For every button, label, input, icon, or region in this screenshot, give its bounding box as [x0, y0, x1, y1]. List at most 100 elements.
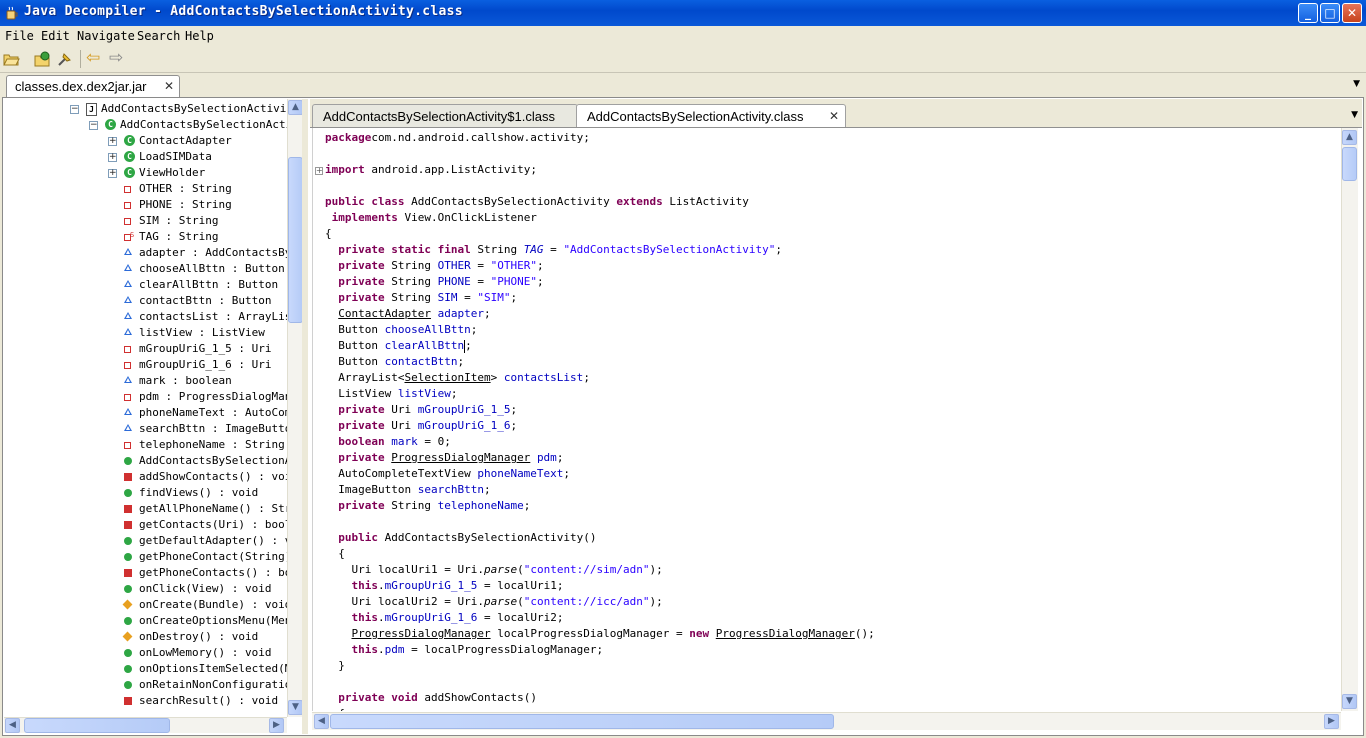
scroll-thumb[interactable] — [24, 718, 170, 733]
code-token: ); — [649, 563, 663, 576]
private-field-icon — [124, 362, 131, 369]
tree-horizontal-scrollbar[interactable]: ◀ ▶ — [4, 717, 287, 733]
maximize-button[interactable]: □ — [1320, 3, 1340, 23]
scroll-thumb[interactable] — [1342, 147, 1357, 181]
menu-file[interactable]: File — [5, 29, 34, 43]
code-token: localProgressDialogManager = — [490, 627, 690, 640]
editor-tabs: AddContactsBySelectionActivity$1.class A… — [310, 99, 1362, 128]
minimize-button[interactable]: _ — [1298, 3, 1318, 23]
source-editor[interactable]: + packagecom.nd.android.callshow.activit… — [312, 128, 1342, 711]
tree-item-label: mGroupUriG_1_6 : Uri — [139, 358, 272, 371]
code-token: ; — [523, 499, 531, 512]
close-icon[interactable]: ✕ — [829, 109, 839, 123]
public-method-icon — [124, 537, 132, 545]
menu-bar: File Edit Navigate Search Help — [0, 26, 1366, 46]
editor-tab-list-icon[interactable]: ▼ — [1351, 110, 1358, 120]
code-token: private — [338, 275, 385, 288]
expand-imports-icon[interactable]: + — [315, 167, 323, 175]
tree-item-label: searchBttn : ImageButton — [139, 422, 288, 435]
private-field-icon — [124, 442, 131, 449]
tree-item-label: AddContactsBySelectionActiv — [120, 118, 288, 131]
open-file-icon[interactable] — [2, 50, 20, 68]
tab-list-dropdown-icon[interactable]: ▼ — [1353, 79, 1360, 89]
code-token: private — [338, 403, 385, 416]
scroll-left-icon[interactable]: ◀ — [5, 718, 20, 733]
code-line: this.pdm = localProgressDialogManager; — [325, 642, 604, 658]
code-token: String — [384, 259, 438, 272]
code-token: ArrayList< — [325, 371, 405, 384]
close-button[interactable]: ✕ — [1342, 3, 1362, 23]
collapse-icon[interactable]: − — [70, 105, 79, 114]
scroll-down-icon[interactable]: ▼ — [1342, 694, 1357, 709]
code-token: ProgressDialogManager — [715, 627, 855, 640]
tab-label: AddContactsBySelectionActivity$1.class — [323, 109, 555, 124]
collapse-icon[interactable]: − — [89, 121, 98, 130]
code-line: Button chooseAllBttn; — [325, 322, 477, 338]
code-token: ; — [483, 307, 491, 320]
scroll-up-icon[interactable]: ▲ — [288, 100, 302, 115]
code-token: = — [457, 291, 478, 304]
expand-icon[interactable]: + — [108, 137, 117, 146]
tree-vertical-scrollbar[interactable]: ▲ ▼ — [287, 99, 302, 717]
back-icon[interactable]: ⇦ — [86, 48, 104, 68]
code-token: Uri — [384, 419, 418, 432]
code-token: ; — [556, 451, 564, 464]
menu-search[interactable]: Search — [137, 29, 180, 43]
code-token: Uri — [384, 403, 418, 416]
public-method-icon — [124, 681, 132, 689]
scroll-down-icon[interactable]: ▼ — [288, 700, 302, 715]
default-field-icon — [124, 424, 132, 431]
menu-navigate[interactable]: Navigate — [77, 29, 135, 43]
code-line: ContactAdapter adapter; — [325, 306, 491, 322]
pane-splitter[interactable] — [302, 99, 308, 734]
close-icon[interactable]: ✕ — [164, 79, 174, 93]
code-token: boolean — [338, 435, 385, 448]
scroll-up-icon[interactable]: ▲ — [1342, 130, 1357, 145]
code-token: telephoneName — [437, 499, 524, 512]
code-token: phoneNameText — [477, 467, 564, 480]
code-token: new — [689, 627, 710, 640]
tree-item-label: telephoneName : String — [139, 438, 285, 451]
pin-icon[interactable] — [56, 50, 74, 68]
scroll-right-icon[interactable]: ▶ — [269, 718, 284, 733]
code-token: ; — [465, 339, 472, 352]
window-title: Java Decompiler - AddContactsBySelection… — [24, 4, 463, 19]
scroll-thumb[interactable] — [288, 157, 302, 323]
scroll-left-icon[interactable]: ◀ — [314, 714, 329, 729]
private-method-icon — [124, 505, 132, 513]
tree-item-label: onRetainNonConfiguration — [139, 678, 288, 691]
tree-item-label: pdm : ProgressDialogMana — [139, 390, 288, 403]
tree-item-label: TAG : String — [139, 230, 219, 243]
code-token: ProgressDialogManager — [351, 627, 491, 640]
menu-edit[interactable]: Edit — [41, 29, 70, 43]
forward-icon[interactable]: ⇨ — [109, 48, 127, 68]
code-line: private String OTHER = "OTHER"; — [325, 258, 543, 274]
code-line: Uri localUri1 = Uri.parse("content://sim… — [325, 562, 663, 578]
private-method-icon — [124, 569, 132, 577]
tree-item-label: getDefaultAdapter() : vo — [139, 534, 288, 547]
editor-vertical-scrollbar[interactable]: ▲ ▼ — [1341, 128, 1358, 711]
class-tree-pane: − J AddContactsBySelectionActivity − C AddCon… — [4, 99, 302, 734]
scroll-right-icon[interactable]: ▶ — [1324, 714, 1339, 729]
tab-main-class[interactable]: AddContactsBySelectionActivity.class ✕ — [576, 104, 846, 127]
code-line: boolean mark = 0; — [325, 434, 451, 450]
menu-help[interactable]: Help — [185, 29, 214, 43]
open-type-icon[interactable] — [33, 50, 51, 68]
code-line: private Uri mGroupUriG_1_6; — [325, 418, 517, 434]
code-token: ; — [483, 483, 491, 496]
tab-inner-class[interactable]: AddContactsBySelectionActivity$1.class — [312, 104, 578, 127]
expand-icon[interactable]: + — [108, 153, 117, 162]
protected-method-icon — [122, 631, 133, 642]
expand-icon[interactable]: + — [108, 169, 117, 178]
tab-jar-file[interactable]: classes.dex.dex2jar.jar ✕ — [6, 75, 180, 97]
tree-item-label: getAllPhoneName() : Stri — [139, 502, 288, 515]
tree-item-label: adapter : AddContactsBySel — [139, 246, 288, 259]
code-token: pdm — [536, 451, 557, 464]
editor-horizontal-scrollbar[interactable]: ◀ ▶ — [312, 712, 1341, 730]
static-field-icon: S — [124, 231, 134, 241]
code-line: ArrayList<SelectionItem> contactsList; — [325, 370, 590, 386]
scroll-thumb[interactable] — [330, 714, 834, 729]
code-token: Button — [325, 323, 385, 336]
